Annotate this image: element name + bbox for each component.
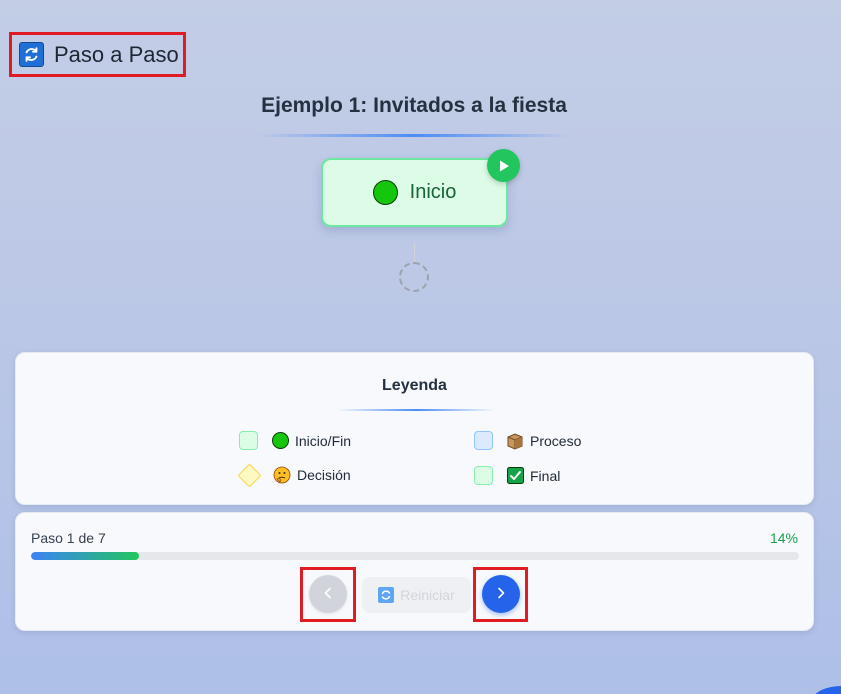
reset-button-label: Reiniciar <box>400 587 455 603</box>
step-counter: Paso 1 de 7 <box>31 530 106 546</box>
flow-node-start[interactable]: Inicio <box>321 158 508 227</box>
next-button[interactable] <box>482 575 520 613</box>
legend-item-decision: Decisión <box>237 462 351 488</box>
legend-item-label: Proceso <box>530 432 582 449</box>
legend-swatch <box>474 431 493 450</box>
heading-divider <box>257 134 571 137</box>
thinking-face-icon <box>273 466 291 484</box>
green-circle-icon <box>372 180 398 205</box>
chevron-left-icon <box>322 587 334 602</box>
legend-item-label: Decisión <box>297 467 351 483</box>
legend-item-inicio-fin: Inicio/Fin <box>239 431 351 450</box>
check-mark-icon <box>506 467 524 485</box>
progress-percent: 14% <box>769 530 798 546</box>
app-title-bar: Paso a Paso <box>9 32 186 77</box>
floating-action-button-edge[interactable] <box>812 686 841 694</box>
legend-item-label: Final <box>530 467 561 484</box>
legend-item-proceso: Proceso <box>474 431 581 450</box>
pending-node <box>399 262 429 292</box>
flow-node-label: Inicio <box>409 181 457 203</box>
legend-item-final: Final <box>474 466 560 485</box>
play-icon[interactable] <box>487 149 520 182</box>
progress-panel: Paso 1 de 7 14% <box>15 512 814 631</box>
progress-track <box>31 552 799 560</box>
previous-button[interactable] <box>309 575 347 613</box>
green-circle-icon <box>271 432 289 450</box>
package-icon <box>506 432 524 450</box>
flow-connector <box>414 243 415 263</box>
app-title: Paso a Paso <box>54 41 179 67</box>
legend-swatch <box>239 431 258 450</box>
legend-panel: Leyenda Inicio/Fin Proceso Decisión Fina… <box>15 352 814 505</box>
progress-fill <box>31 552 139 560</box>
refresh-icon <box>19 42 44 67</box>
reset-button[interactable]: Reiniciar <box>362 577 471 613</box>
chevron-right-icon <box>495 587 507 602</box>
legend-swatch <box>474 466 493 485</box>
legend-title: Leyenda <box>382 377 447 394</box>
legend-item-label: Inicio/Fin <box>295 432 352 449</box>
legend-swatch <box>237 462 262 488</box>
refresh-icon <box>378 587 395 603</box>
legend-divider <box>337 409 495 411</box>
example-heading: Ejemplo 1: Invitados a la fiesta <box>261 94 567 117</box>
